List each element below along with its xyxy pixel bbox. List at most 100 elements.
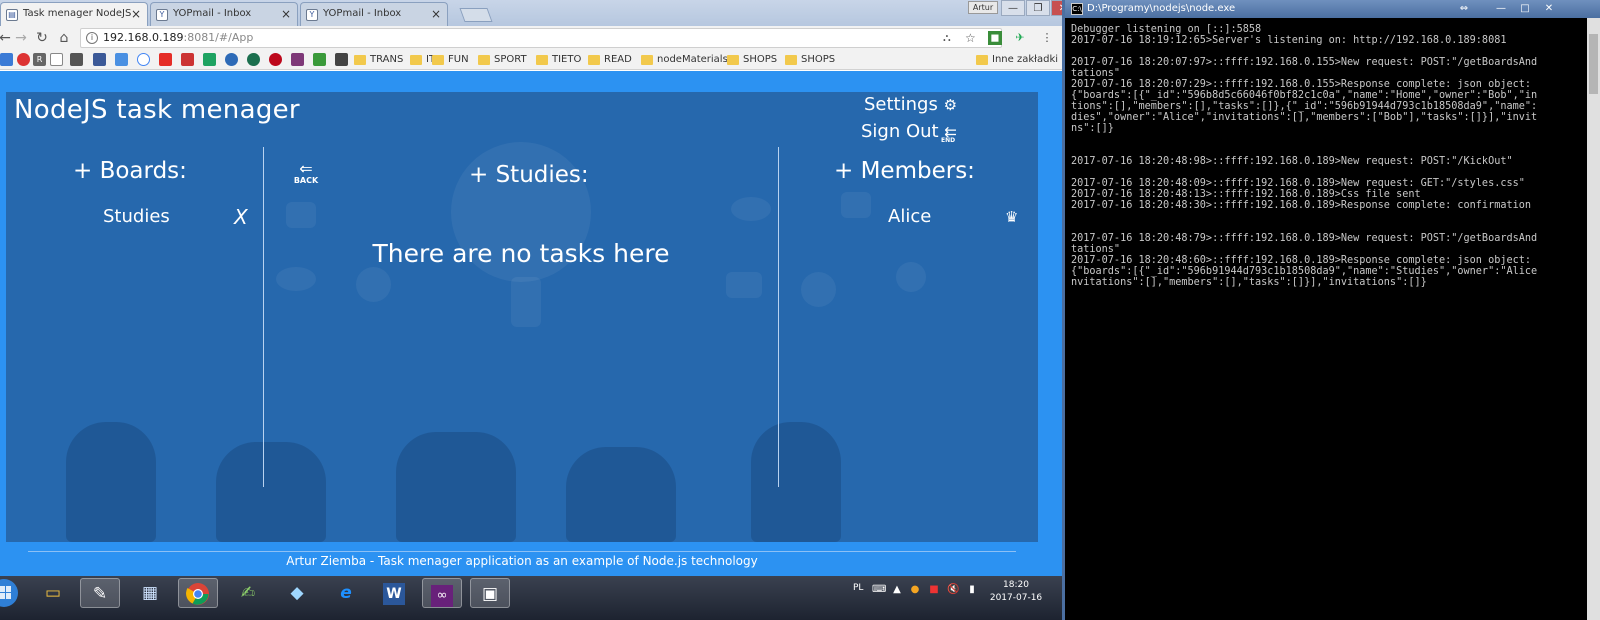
- console-line: {"boards":[{"_id":"596b8d5c66046f0bf82c1…: [1071, 90, 1538, 101]
- board-item[interactable]: Studies: [103, 206, 170, 227]
- bookmark-folder[interactable]: TRANS: [354, 53, 403, 67]
- volume-muted-icon[interactable]: 🔇: [947, 584, 959, 596]
- bookmark-icon[interactable]: [70, 53, 83, 66]
- star-icon[interactable]: ☆: [965, 29, 976, 47]
- tab-title: YOPmail - Inbox: [323, 8, 402, 19]
- printer-icon[interactable]: [335, 53, 348, 66]
- board-title[interactable]: + Studies:: [469, 162, 589, 188]
- youtube-icon[interactable]: [159, 53, 172, 66]
- close-tab-icon[interactable]: ×: [281, 7, 291, 21]
- page-icon[interactable]: [50, 53, 63, 66]
- facebook-icon[interactable]: [93, 53, 106, 66]
- footer-divider: [28, 551, 1016, 552]
- app-title: NodeJS task menager: [14, 95, 300, 125]
- bookmark-icon[interactable]: [115, 53, 128, 66]
- calculator-icon[interactable]: ▦: [130, 578, 170, 608]
- explorer-icon[interactable]: ▭: [33, 578, 73, 608]
- forward-arrow-icon[interactable]: →: [12, 29, 30, 47]
- members-title[interactable]: + Members:: [834, 158, 975, 184]
- console-titlebar[interactable]: C:\ D:\Programy\nodejs\node.exe ⇔ — □ ✕: [1065, 0, 1600, 18]
- remove-board-button[interactable]: X: [234, 205, 248, 229]
- member-item: Alice: [888, 206, 932, 227]
- chrome-icon[interactable]: [178, 578, 218, 608]
- network-icon[interactable]: ▮: [966, 584, 978, 596]
- reload-icon[interactable]: ↻: [33, 29, 51, 47]
- app-icon[interactable]: ◆: [277, 578, 317, 608]
- internet-explorer-icon[interactable]: e: [326, 578, 366, 608]
- other-bookmarks-folder[interactable]: Inne zakładki: [976, 53, 1058, 67]
- start-button[interactable]: [0, 578, 22, 608]
- minimize-icon[interactable]: —: [1490, 1, 1512, 16]
- word-icon[interactable]: W: [374, 578, 414, 608]
- tab-yopmail-1[interactable]: Y YOPmail - Inbox ×: [150, 2, 298, 26]
- home-icon[interactable]: ⌂: [55, 29, 73, 47]
- bookmark-folder[interactable]: FUN: [432, 53, 469, 67]
- app-icon[interactable]: ✎: [80, 578, 120, 608]
- restore-icon[interactable]: ❐: [1026, 0, 1050, 16]
- console-output[interactable]: Debugger listening on [::]:5858 2017-07-1…: [1071, 24, 1557, 614]
- keyboard-icon[interactable]: ⌨: [872, 584, 886, 596]
- apps-icon[interactable]: [0, 53, 13, 66]
- maximize-icon[interactable]: □: [1514, 1, 1536, 16]
- console-line: dies","owner":"Alice","invitations":[],"…: [1071, 112, 1538, 123]
- bookmark-folder[interactable]: SPORT: [478, 53, 527, 67]
- people-decoration: [396, 432, 516, 542]
- back-button[interactable]: ⇐ BACK: [293, 161, 319, 186]
- console-line: tations": [1071, 68, 1121, 79]
- bookmark-icon[interactable]: R: [33, 53, 46, 66]
- crown-icon: ♛: [1005, 208, 1019, 226]
- sign-out-link[interactable]: Sign Out ⇇ END: [861, 121, 957, 144]
- browser-window: ▤ Task menager NodeJS × Y YOPmail - Inbo…: [0, 0, 1081, 588]
- resize-arrows-icon[interactable]: ⇔: [1453, 1, 1475, 16]
- column-divider: [778, 147, 779, 487]
- notepad-icon[interactable]: ✍: [228, 578, 268, 608]
- empty-tasks-message: There are no tasks here: [372, 239, 670, 268]
- decoration: [896, 262, 926, 292]
- console-scrollbar[interactable]: [1587, 18, 1600, 620]
- tray-expand-icon[interactable]: ▲: [891, 584, 903, 596]
- profile-button[interactable]: Artur: [968, 1, 998, 14]
- url-path: :8081/#/App: [183, 31, 254, 44]
- extension-icon[interactable]: ✈: [1013, 31, 1027, 45]
- tab-task-menager[interactable]: ▤ Task menager NodeJS ×: [0, 2, 148, 26]
- settings-link[interactable]: Settings ⚙: [864, 94, 957, 115]
- gear-icon: ⚙: [943, 96, 958, 114]
- visual-studio-icon[interactable]: ∞: [422, 578, 462, 608]
- google-icon[interactable]: [137, 53, 150, 66]
- gmail-icon[interactable]: [181, 53, 194, 66]
- console-scroll-thumb[interactable]: [1589, 34, 1598, 94]
- tray-app-icon[interactable]: ●: [909, 584, 921, 596]
- language-indicator[interactable]: PL: [853, 583, 863, 593]
- clock[interactable]: 18:20 2017-07-16: [985, 579, 1047, 605]
- new-tab-button[interactable]: [459, 8, 493, 22]
- menu-icon[interactable]: ⋮: [1040, 31, 1054, 45]
- bookmark-icon[interactable]: [225, 53, 238, 66]
- info-icon[interactable]: i: [86, 32, 98, 44]
- console-line: 2017-07-16 18:20:07:29>::ffff:192.168.0.…: [1071, 79, 1532, 90]
- people-decoration: [566, 447, 676, 542]
- bookmark-icon[interactable]: [313, 53, 326, 66]
- minimize-icon[interactable]: —: [1001, 0, 1025, 16]
- extension-icon[interactable]: ◼: [988, 31, 1002, 45]
- address-bar[interactable]: i 192.168.0.189:8081/#/App ⛬ ☆: [80, 28, 1002, 48]
- close-window-icon[interactable]: ✕: [1538, 1, 1560, 16]
- bookmark-folder[interactable]: READ: [588, 53, 632, 67]
- boards-title[interactable]: + Boards:: [73, 158, 187, 184]
- bookmark-folder[interactable]: SHOPS: [727, 53, 777, 67]
- bookmark-icon[interactable]: [247, 53, 260, 66]
- tab-title: YOPmail - Inbox: [173, 8, 252, 19]
- bookmark-folder[interactable]: SHOPS: [785, 53, 835, 67]
- bookmark-folder[interactable]: TIETO: [536, 53, 581, 67]
- translate-icon[interactable]: ⛬: [943, 29, 951, 47]
- close-tab-icon[interactable]: ×: [131, 7, 141, 21]
- bookmark-folder[interactable]: nodeMaterials: [641, 53, 728, 67]
- onenote-icon[interactable]: [291, 53, 304, 66]
- pinterest-icon[interactable]: [269, 53, 282, 66]
- close-tab-icon[interactable]: ×: [431, 7, 441, 21]
- bookmark-icon[interactable]: [17, 53, 30, 66]
- tray-app-icon[interactable]: ■: [928, 584, 940, 596]
- console-icon[interactable]: ▣: [470, 578, 510, 608]
- tab-yopmail-2[interactable]: Y YOPmail - Inbox ×: [300, 2, 448, 26]
- drive-icon[interactable]: [203, 53, 216, 66]
